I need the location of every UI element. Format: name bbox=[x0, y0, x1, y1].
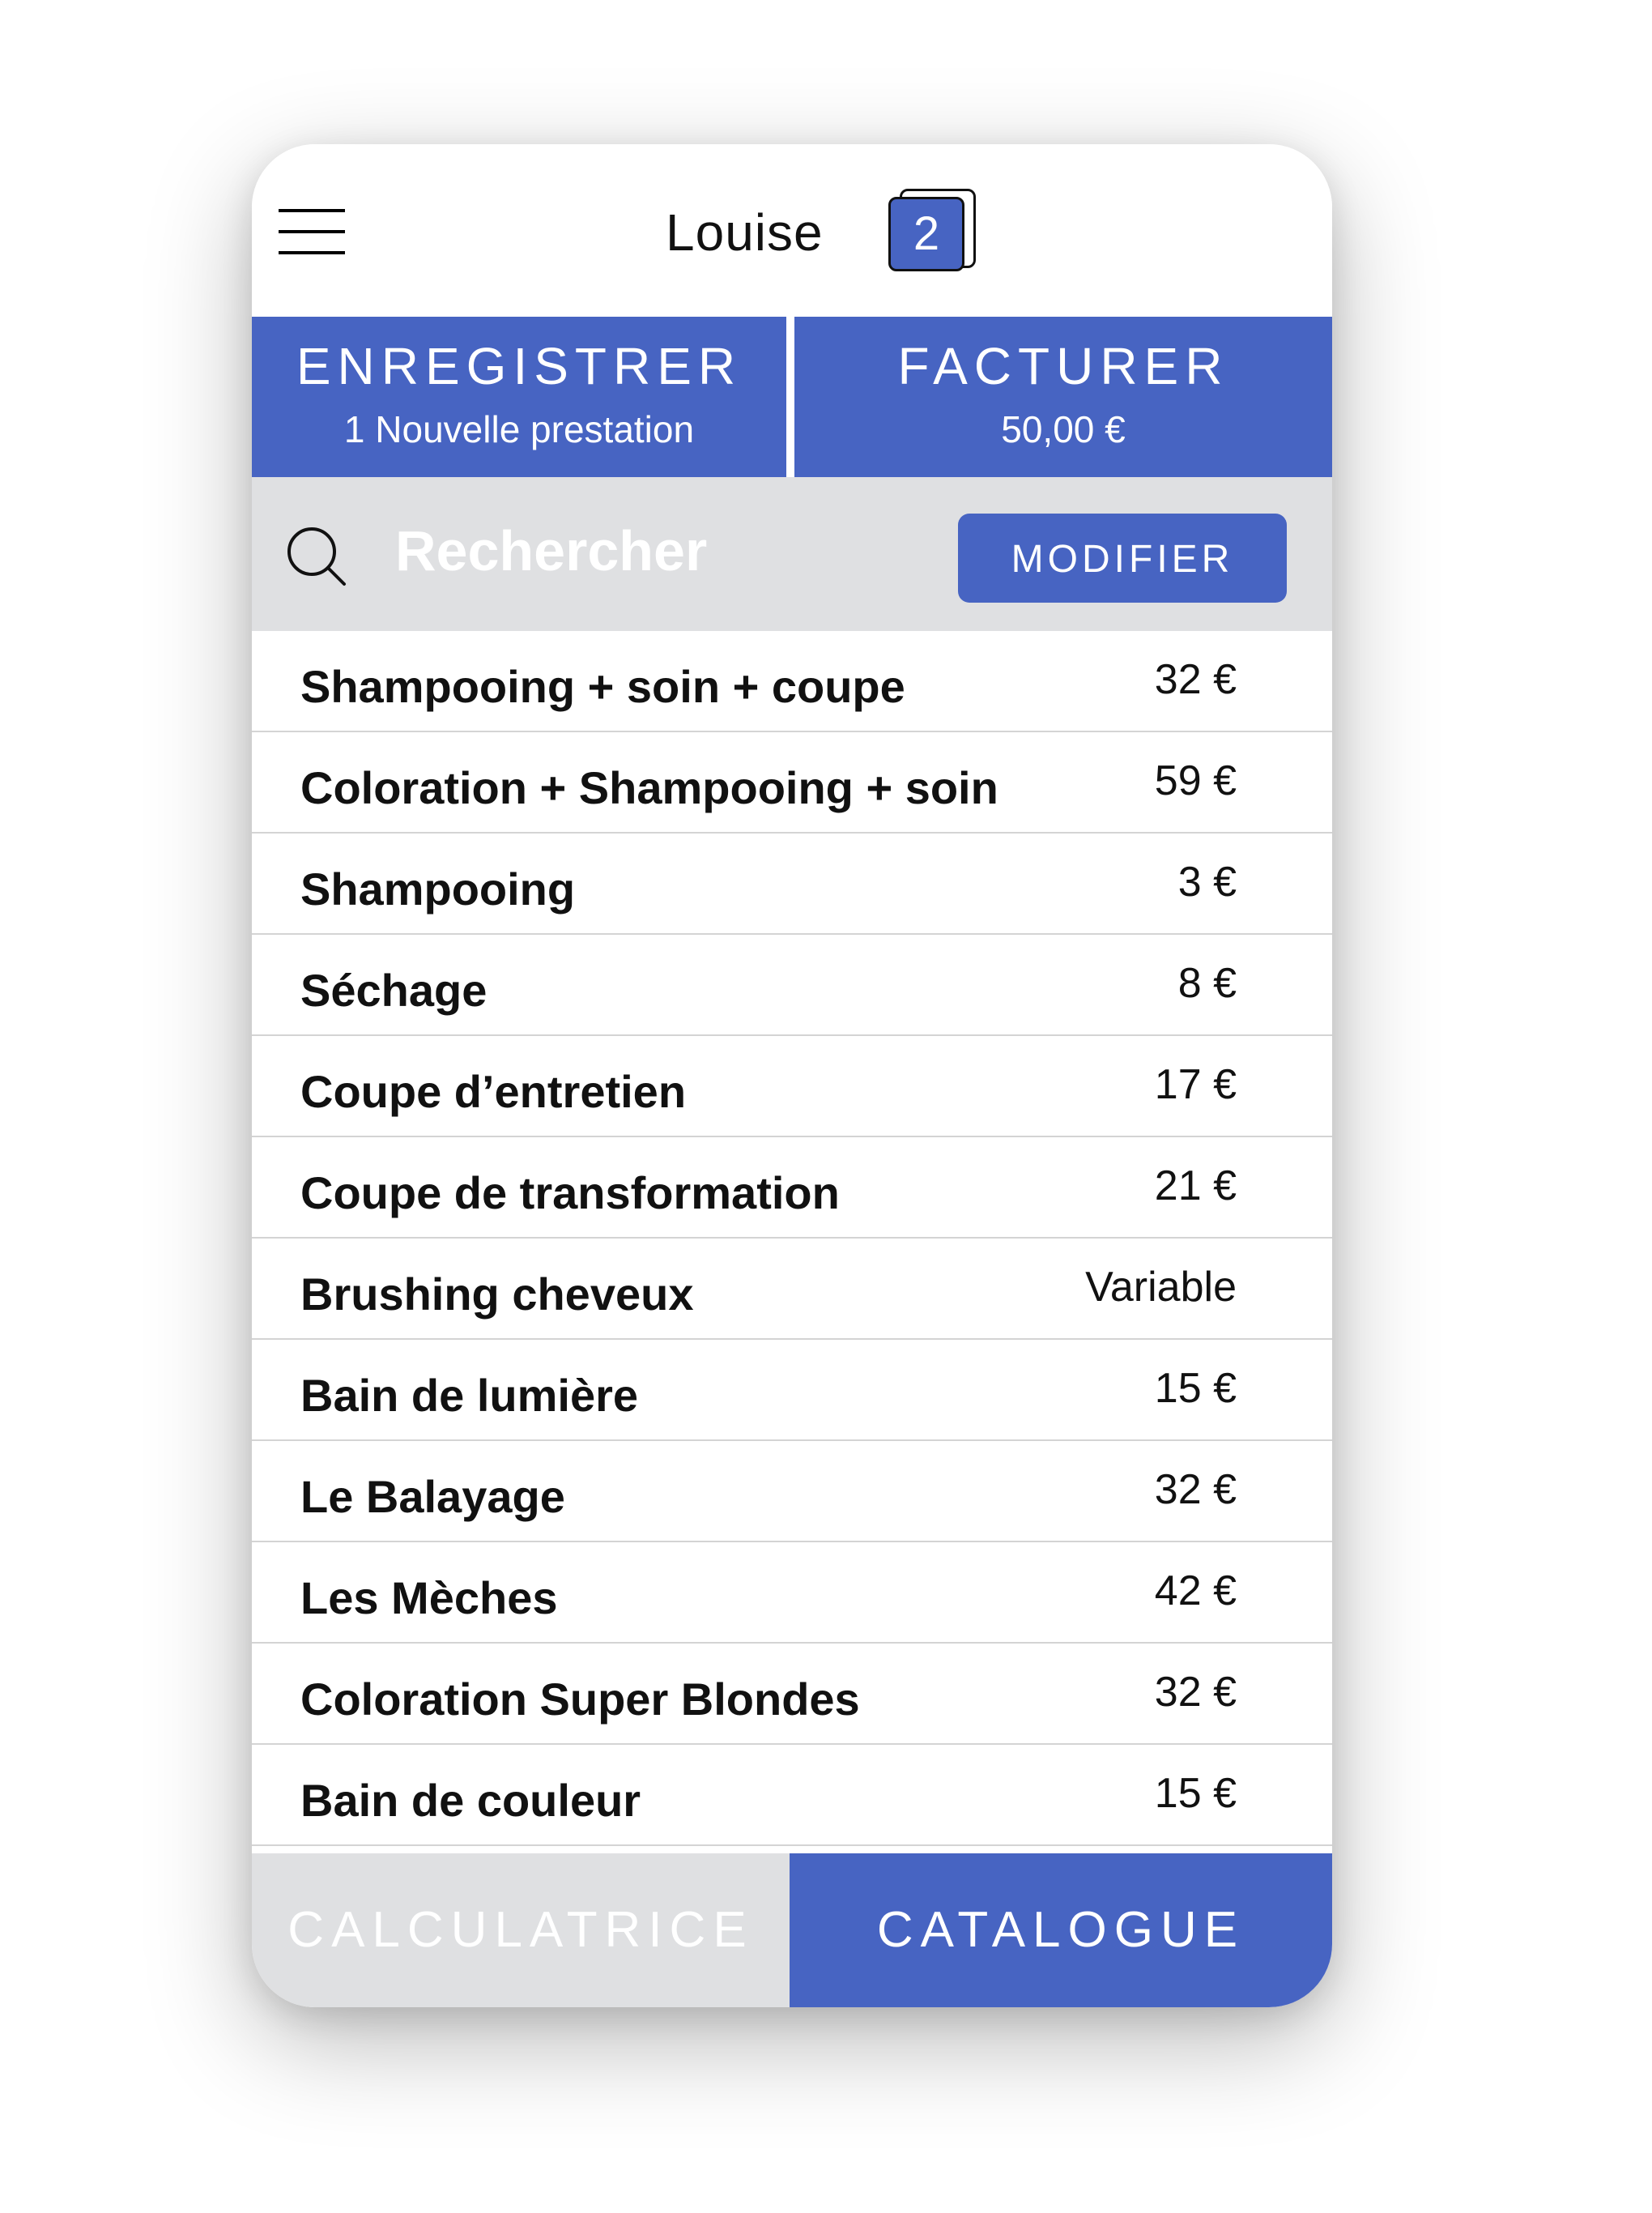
service-price: 32 € bbox=[1154, 1669, 1237, 1716]
badge-count: 2 bbox=[888, 197, 964, 271]
app-window: Louise 2 ENREGISTRER 1 Nouvelle prestati… bbox=[252, 144, 1332, 2007]
service-price: 32 € bbox=[1154, 656, 1237, 703]
save-button-subtitle: 1 Nouvelle prestation bbox=[343, 408, 695, 450]
modify-button[interactable]: MODIFIER bbox=[958, 514, 1287, 603]
service-price: 17 € bbox=[1154, 1061, 1237, 1108]
tab-catalogue[interactable]: CATALOGUE bbox=[790, 1853, 1332, 2007]
clients-count-badge[interactable]: 2 bbox=[888, 189, 977, 278]
service-name: Bain de couleur bbox=[300, 1775, 641, 1826]
service-name: Coupe d’entretien bbox=[300, 1066, 687, 1117]
list-item[interactable]: Bain de couleur 15 € bbox=[252, 1745, 1332, 1846]
invoice-button-title: FACTURER bbox=[897, 337, 1229, 395]
service-name: Brushing cheveux bbox=[300, 1269, 694, 1320]
service-price: 32 € bbox=[1154, 1466, 1237, 1513]
service-name: Shampooing bbox=[300, 863, 576, 915]
list-item[interactable]: Séchage 8 € bbox=[252, 935, 1332, 1036]
service-price: 8 € bbox=[1177, 960, 1237, 1007]
search-input[interactable] bbox=[394, 510, 923, 592]
service-price: 15 € bbox=[1154, 1770, 1237, 1817]
list-item[interactable]: Coupe d’entretien 17 € bbox=[252, 1036, 1332, 1137]
tab-calculator[interactable]: CALCULATRICE bbox=[252, 1853, 790, 2007]
list-item[interactable]: Coloration Super Blondes 32 € bbox=[252, 1644, 1332, 1745]
service-price: 15 € bbox=[1154, 1365, 1237, 1412]
service-name: Séchage bbox=[300, 965, 488, 1016]
service-list: Shampooing + soin + coupe 32 € Coloration … bbox=[252, 631, 1332, 1846]
list-item[interactable]: Shampooing 3 € bbox=[252, 834, 1332, 935]
service-name: Le Balayage bbox=[300, 1471, 565, 1522]
list-item[interactable]: Le Balayage 32 € bbox=[252, 1441, 1332, 1542]
service-name: Les Mèches bbox=[300, 1572, 558, 1623]
search-bar: MODIFIER bbox=[252, 477, 1332, 631]
invoice-button-subtitle: 50,00 € bbox=[1001, 408, 1126, 450]
bottom-tab-bar: CALCULATRICE CATALOGUE bbox=[252, 1853, 1332, 2007]
list-item[interactable]: Coupe de transformation 21 € bbox=[252, 1137, 1332, 1239]
service-name: Coloration Super Blondes bbox=[300, 1674, 860, 1725]
service-price: Variable bbox=[1085, 1264, 1237, 1311]
menu-icon[interactable] bbox=[279, 209, 345, 254]
service-name: Coloration + Shampooing + soin bbox=[300, 762, 998, 813]
invoice-button[interactable]: FACTURER 50,00 € bbox=[794, 317, 1332, 477]
menu-icon-line bbox=[279, 230, 345, 233]
service-price: 42 € bbox=[1154, 1567, 1237, 1614]
search-icon[interactable] bbox=[284, 524, 349, 589]
list-item[interactable]: Coloration + Shampooing + soin 59 € bbox=[252, 732, 1332, 834]
list-item[interactable]: Bain de lumière 15 € bbox=[252, 1340, 1332, 1441]
header: Louise 2 bbox=[252, 144, 1332, 317]
service-price: 3 € bbox=[1177, 859, 1237, 906]
menu-icon-line bbox=[279, 251, 345, 254]
service-price: 59 € bbox=[1154, 757, 1237, 804]
list-item[interactable]: Shampooing + soin + coupe 32 € bbox=[252, 631, 1332, 732]
service-name: Shampooing + soin + coupe bbox=[300, 661, 905, 712]
save-button[interactable]: ENREGISTRER 1 Nouvelle prestation bbox=[252, 317, 786, 477]
client-name[interactable]: Louise bbox=[666, 203, 824, 262]
menu-icon-line bbox=[279, 209, 345, 212]
service-price: 21 € bbox=[1154, 1162, 1237, 1209]
service-name: Bain de lumière bbox=[300, 1370, 639, 1421]
service-name: Coupe de transformation bbox=[300, 1167, 840, 1218]
list-item[interactable]: Les Mèches 42 € bbox=[252, 1542, 1332, 1644]
save-button-title: ENREGISTRER bbox=[296, 337, 743, 395]
action-bar: ENREGISTRER 1 Nouvelle prestation FACTUR… bbox=[252, 317, 1332, 477]
list-item[interactable]: Brushing cheveux Variable bbox=[252, 1239, 1332, 1340]
